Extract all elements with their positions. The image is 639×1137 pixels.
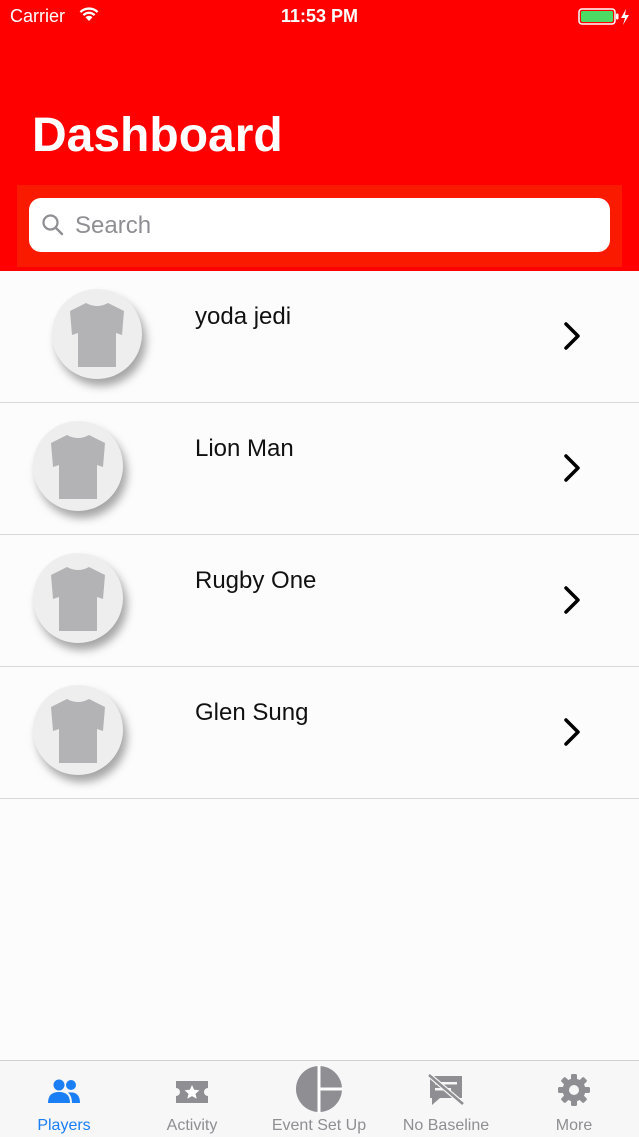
chevron-right-icon xyxy=(562,321,582,356)
player-name: Rugby One xyxy=(195,567,317,594)
search-input[interactable] xyxy=(73,208,597,244)
tab-activity[interactable]: Activity xyxy=(128,1061,256,1137)
player-name: Glen Sung xyxy=(195,699,309,726)
clock: 11:53 PM xyxy=(280,6,359,26)
player-row[interactable]: yoda jedi xyxy=(0,271,639,403)
tab-label: Players xyxy=(37,1117,91,1134)
people-icon xyxy=(0,1071,128,1111)
player-row[interactable]: Lion Man xyxy=(0,403,639,535)
jersey-icon xyxy=(70,303,124,367)
player-name: Lion Man xyxy=(195,435,294,462)
ticket-star-icon xyxy=(128,1071,256,1111)
player-avatar xyxy=(33,553,123,643)
tab-no-baseline[interactable]: No Baseline xyxy=(382,1061,510,1137)
battery-icon xyxy=(578,8,632,31)
page-title: Dashboard xyxy=(32,109,283,162)
chevron-right-icon xyxy=(562,453,582,488)
search-field xyxy=(29,198,610,252)
search-icon xyxy=(41,213,65,242)
player-avatar xyxy=(52,289,142,379)
gear-icon xyxy=(510,1071,638,1111)
chevron-right-icon xyxy=(562,585,582,620)
tab-label: No Baseline xyxy=(402,1117,490,1134)
tab-more[interactable]: More xyxy=(510,1061,638,1137)
jersey-icon xyxy=(51,567,105,631)
header: Carrier 11:53 PM Dashboard xyxy=(0,0,639,271)
player-avatar xyxy=(33,421,123,511)
player-row[interactable]: Glen Sung xyxy=(0,667,639,799)
tab-label: Event Set Up xyxy=(271,1117,367,1134)
no-baseline-icon xyxy=(382,1071,510,1111)
tab-label: More xyxy=(555,1117,593,1134)
tab-event-set-up[interactable]: Event Set Up xyxy=(255,1061,383,1137)
tab-bar: Players Activity Event Set Up No Baselin… xyxy=(0,1060,639,1137)
player-row[interactable]: Rugby One xyxy=(0,535,639,667)
player-avatar xyxy=(33,685,123,775)
search-bar xyxy=(17,185,622,267)
jersey-icon xyxy=(51,699,105,763)
player-name: yoda jedi xyxy=(195,303,292,330)
tab-label: Activity xyxy=(166,1117,218,1134)
pie-chart-icon xyxy=(255,1065,383,1113)
jersey-icon xyxy=(51,435,105,499)
status-bar: Carrier 11:53 PM xyxy=(0,0,639,34)
tab-players[interactable]: Players xyxy=(0,1061,128,1137)
player-list: yoda jedi Lion Man Rugby One Glen Sung xyxy=(0,271,639,799)
chevron-right-icon xyxy=(562,717,582,752)
